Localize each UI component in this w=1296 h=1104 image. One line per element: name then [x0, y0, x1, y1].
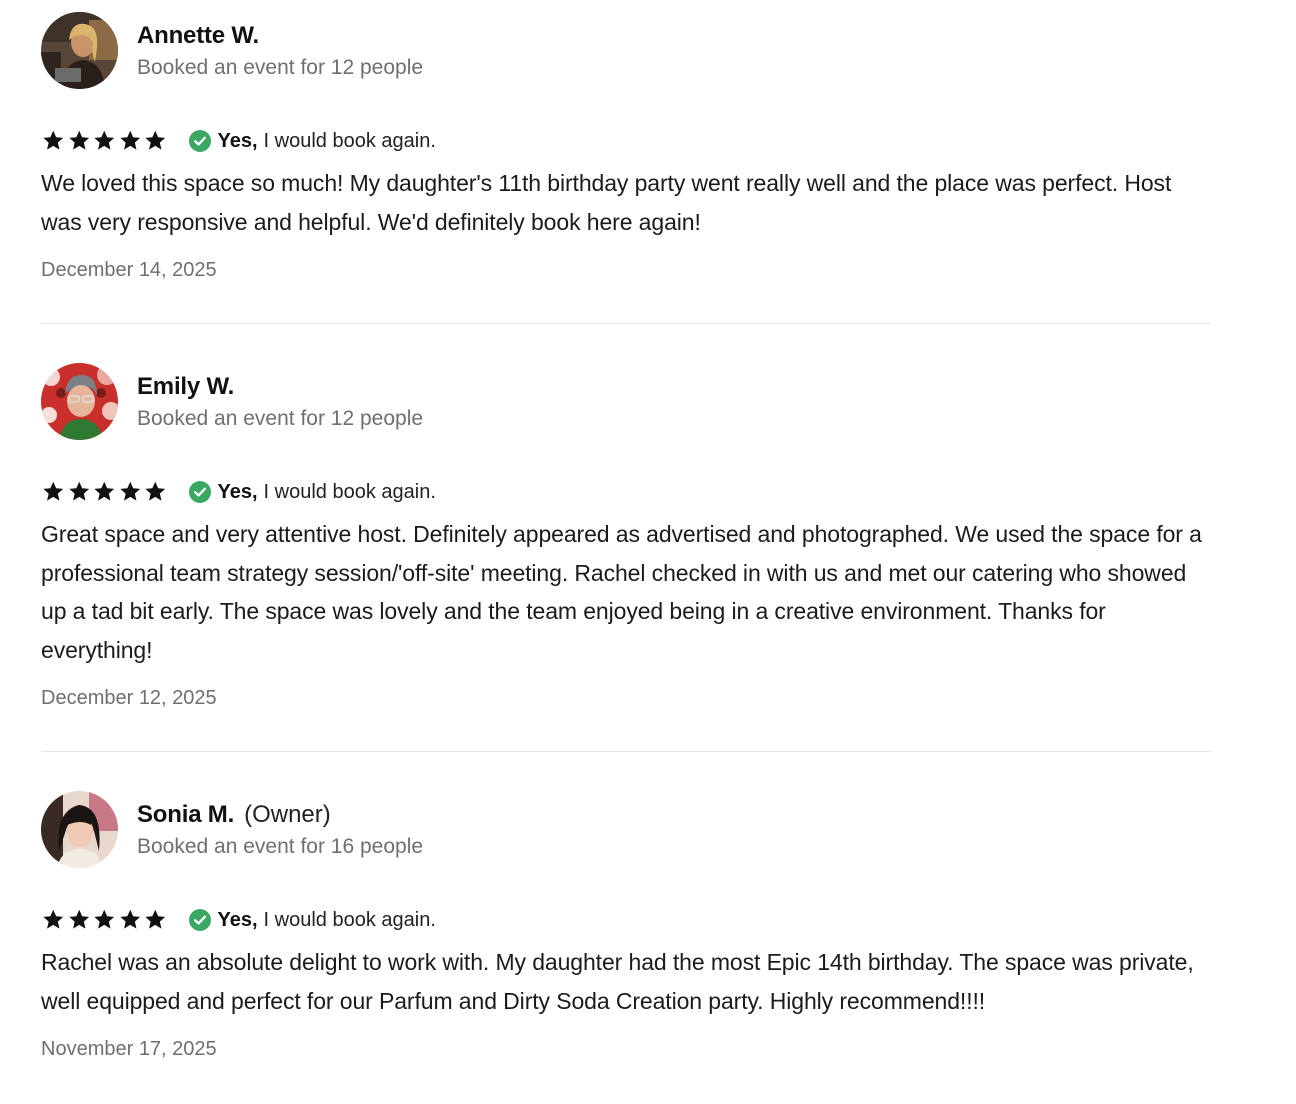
reviewer-name[interactable]: Annette W.: [137, 22, 259, 50]
reviewer-info: Emily W. Booked an event for 12 people: [137, 363, 423, 431]
star-icon: [92, 129, 117, 153]
booking-info: Booked an event for 16 people: [137, 835, 424, 858]
book-again-indicator: Yes, I would book again.: [188, 129, 436, 153]
book-again-text: I would book again.: [263, 129, 436, 152]
star-icon: [143, 908, 168, 932]
star-rating: [41, 480, 168, 504]
star-icon: [67, 480, 92, 504]
reviewer-name-row: Sonia M. (Owner): [137, 801, 423, 833]
review-header: Sonia M. (Owner) Booked an event for 16 …: [41, 791, 1211, 869]
book-again-indicator: Yes, I would book again.: [188, 480, 436, 504]
star-icon: [143, 129, 168, 153]
check-circle-icon: [188, 909, 211, 931]
yes-label: Yes,: [217, 129, 258, 152]
review-card: Sonia M. (Owner) Booked an event for 16 …: [41, 791, 1211, 1061]
reviewer-name-row: Annette W.: [137, 22, 423, 54]
star-icon: [67, 908, 92, 932]
review-text: Great space and very attentive host. Def…: [41, 521, 1202, 663]
star-icon: [41, 908, 66, 932]
star-icon: [118, 908, 143, 932]
owner-tag: (Owner): [244, 801, 331, 828]
divider: [41, 323, 1211, 324]
avatar[interactable]: [41, 791, 118, 868]
review-date: December 12, 2025: [41, 687, 217, 709]
divider: [41, 751, 1211, 752]
reviews-list: Annette W. Booked an event for 12 people…: [41, 12, 1211, 1061]
review-card: Emily W. Booked an event for 12 people Y…: [41, 363, 1211, 752]
book-again-text: I would book again.: [263, 908, 436, 931]
booking-info: Booked an event for 12 people: [137, 56, 424, 79]
rating-row: Yes, I would book again.: [41, 477, 1211, 507]
reviewer-name[interactable]: Emily W.: [137, 373, 234, 401]
star-icon: [118, 480, 143, 504]
avatar[interactable]: [41, 363, 118, 440]
booking-info: Booked an event for 12 people: [137, 407, 424, 430]
reviewer-info: Sonia M. (Owner) Booked an event for 16 …: [137, 791, 423, 859]
star-icon: [143, 480, 168, 504]
yes-label: Yes,: [217, 908, 258, 931]
star-icon: [92, 480, 117, 504]
star-icon: [41, 480, 66, 504]
reviewer-name[interactable]: Sonia M.: [137, 801, 234, 829]
book-again-text: I would book again.: [263, 480, 436, 503]
check-circle-icon: [188, 130, 211, 152]
avatar[interactable]: [41, 12, 118, 89]
check-circle-icon: [188, 481, 211, 503]
review-card: Annette W. Booked an event for 12 people…: [41, 12, 1211, 324]
yes-label: Yes,: [217, 480, 258, 503]
review-header: Annette W. Booked an event for 12 people: [41, 12, 1211, 90]
reviewer-name-row: Emily W.: [137, 373, 423, 405]
review-text: Rachel was an absolute delight to work w…: [41, 949, 1194, 1014]
review-header: Emily W. Booked an event for 12 people: [41, 363, 1211, 441]
review-date: November 17, 2025: [41, 1038, 217, 1060]
star-rating: [41, 129, 168, 153]
star-icon: [118, 129, 143, 153]
review-text: We loved this space so much! My daughter…: [41, 170, 1172, 235]
star-icon: [92, 908, 117, 932]
rating-row: Yes, I would book again.: [41, 126, 1211, 156]
star-icon: [67, 129, 92, 153]
review-date: December 14, 2025: [41, 259, 217, 281]
star-rating: [41, 908, 168, 932]
reviewer-info: Annette W. Booked an event for 12 people: [137, 12, 423, 80]
star-icon: [41, 129, 66, 153]
rating-row: Yes, I would book again.: [41, 905, 1211, 935]
book-again-indicator: Yes, I would book again.: [188, 908, 436, 932]
